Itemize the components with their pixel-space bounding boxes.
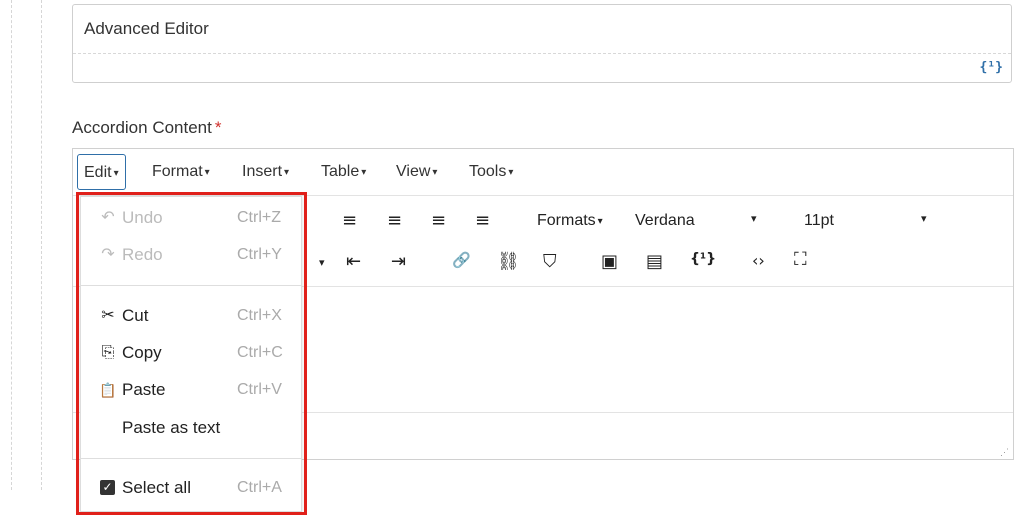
left-guide-line-inner: [41, 0, 42, 490]
chevron-down-icon: ▾: [597, 216, 603, 227]
cut-icon: ✂: [101, 307, 115, 324]
indent-icon[interactable]: ⇥: [391, 251, 406, 272]
font-family-dropdown[interactable]: Verdana: [635, 212, 695, 230]
accordion-content-label: Accordion Content *: [72, 118, 222, 138]
menu-item-redo[interactable]: ↷ Redo Ctrl+Y: [81, 238, 301, 272]
template-icon[interactable]: {¹}: [690, 251, 716, 267]
menu-tools[interactable]: Tools ▾: [463, 154, 519, 190]
required-mark: *: [214, 118, 222, 137]
menu-item-label: Select all: [122, 478, 191, 497]
formats-dropdown[interactable]: Formats ▾: [537, 212, 603, 230]
menu-item-label: Paste as text: [122, 418, 221, 437]
menu-item-paste-as-text[interactable]: Paste as text: [81, 411, 301, 445]
chevron-down-icon[interactable]: ▾: [921, 212, 927, 225]
font-size-value: 11pt: [804, 212, 834, 229]
undo-icon: ↶: [101, 209, 115, 226]
template-icon[interactable]: {¹}: [980, 60, 1003, 75]
menu-item-label: Redo: [122, 245, 163, 264]
chevron-down-icon: ▾: [361, 167, 367, 178]
advanced-editor-title: Advanced Editor: [84, 19, 209, 38]
menu-item-shortcut: Ctrl+V: [237, 381, 282, 398]
align-center-icon[interactable]: ≡: [387, 210, 402, 231]
fullscreen-icon[interactable]: ⛶: [794, 249, 807, 270]
bookmark-icon[interactable]: ⛉: [543, 251, 557, 272]
menu-item-undo[interactable]: ↶ Undo Ctrl+Z: [81, 201, 301, 235]
menu-table-label: Table: [321, 163, 360, 180]
resize-handle-icon[interactable]: ⋰: [1000, 447, 1009, 458]
menu-item-paste[interactable]: 📋 Paste Ctrl+V: [81, 373, 301, 407]
menu-item-label: Copy: [122, 343, 162, 362]
formats-label: Formats: [537, 212, 596, 229]
copy-icon: ⎘: [101, 344, 115, 361]
menu-item-shortcut: Ctrl+X: [237, 307, 282, 324]
menu-edit[interactable]: Edit ▾: [77, 154, 126, 190]
menu-item-label: Cut: [122, 306, 149, 325]
unlink-icon[interactable]: ⛓: [497, 251, 520, 272]
code-icon[interactable]: ‹›: [752, 251, 765, 270]
chevron-down-icon[interactable]: ▾: [751, 212, 757, 225]
edit-menu-dropdown: ↶ Undo Ctrl+Z ↷ Redo Ctrl+Y ✂ Cut Ctrl+X…: [80, 196, 302, 512]
justify-icon[interactable]: ≡: [475, 210, 490, 231]
menu-view-label: View: [396, 163, 431, 180]
advanced-editor-divider: [73, 53, 1011, 54]
menu-item-cut[interactable]: ✂ Cut Ctrl+X: [81, 299, 301, 333]
menu-item-select-all[interactable]: ✓ Select all Ctrl+A: [81, 471, 301, 505]
editor-menubar: Edit ▾ Format ▾ Insert ▾ Table ▾ View ▾ Tools…: [73, 149, 1013, 196]
chevron-down-icon: ▾: [432, 167, 438, 178]
menu-item-shortcut: Ctrl+Y: [237, 246, 282, 263]
menu-item-shortcut: Ctrl+C: [237, 344, 283, 361]
font-family-value: Verdana: [635, 212, 695, 229]
menu-divider: [81, 285, 301, 286]
checkbox-icon: ✓: [100, 480, 115, 495]
menu-tools-label: Tools: [469, 163, 507, 180]
menu-item-label: Paste: [122, 380, 166, 399]
menu-item-copy[interactable]: ⎘ Copy Ctrl+C: [81, 336, 301, 370]
chevron-down-icon: ▾: [284, 167, 290, 178]
chevron-down-icon[interactable]: ▾: [319, 256, 325, 269]
menu-insert[interactable]: Insert ▾: [236, 154, 295, 190]
align-right-icon[interactable]: ≡: [431, 210, 446, 231]
left-guide-line: [11, 0, 12, 490]
chevron-down-icon: ▾: [204, 167, 210, 178]
menu-table[interactable]: Table ▾: [315, 154, 372, 190]
menu-item-shortcut: Ctrl+A: [237, 479, 282, 496]
media-icon[interactable]: ▤: [646, 251, 663, 272]
menu-item-label: Undo: [122, 208, 163, 227]
menu-insert-label: Insert: [242, 163, 283, 180]
link-icon[interactable]: 🔗: [452, 251, 471, 269]
outdent-icon[interactable]: ⇤: [346, 251, 361, 272]
menu-view[interactable]: View ▾: [390, 154, 443, 190]
advanced-editor-box: Advanced Editor {¹}: [72, 4, 1012, 83]
menu-format-label: Format: [152, 163, 203, 180]
chevron-down-icon: ▾: [508, 167, 514, 178]
field-label-text: Accordion Content: [72, 118, 212, 137]
menu-divider: [81, 458, 301, 459]
paste-icon: 📋: [99, 382, 117, 398]
menu-item-shortcut: Ctrl+Z: [237, 209, 281, 226]
redo-icon: ↷: [101, 246, 115, 263]
align-left-icon[interactable]: ≡: [342, 210, 357, 231]
font-size-dropdown[interactable]: 11pt: [804, 212, 834, 230]
image-icon[interactable]: ▣: [601, 251, 618, 272]
chevron-down-icon: ▾: [113, 168, 119, 179]
menu-format[interactable]: Format ▾: [146, 154, 216, 190]
menu-edit-label: Edit: [84, 164, 112, 181]
